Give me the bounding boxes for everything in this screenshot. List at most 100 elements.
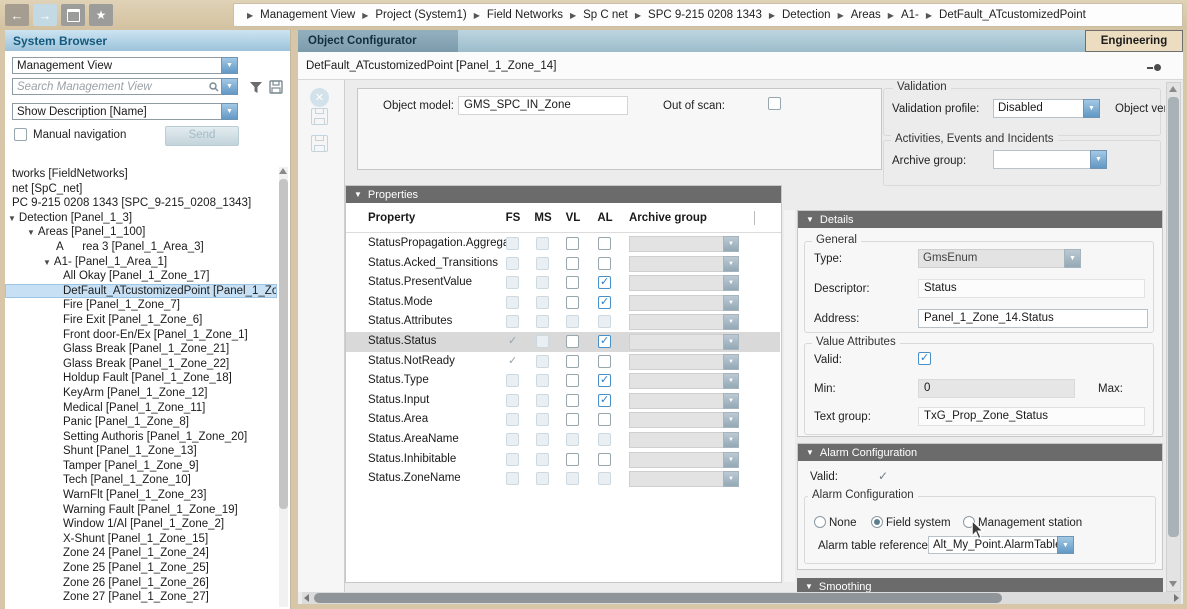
horizontal-scrollbar-thumb[interactable]: [314, 593, 1002, 603]
tree-item[interactable]: Zone 24 [Panel_1_Zone_24]: [5, 546, 277, 561]
tree-item[interactable]: Fire [Panel_1_Zone_7]: [5, 298, 277, 313]
chevron-down-icon[interactable]: ▼: [1083, 99, 1100, 118]
tree-item[interactable]: Glass Break [Panel_1_Zone_22]: [5, 357, 277, 372]
al-checkbox[interactable]: [598, 394, 611, 407]
search-icon[interactable]: [207, 78, 221, 95]
tree-item[interactable]: ▼Detection [Panel_1_3]: [5, 211, 277, 226]
breadcrumb-item[interactable]: Management View: [260, 9, 355, 21]
pin-icon[interactable]: [1147, 64, 1161, 71]
collapse-icon[interactable]: ▼: [805, 582, 813, 591]
property-row[interactable]: Status.Input▼: [346, 391, 780, 411]
tree-item[interactable]: Zone 26 [Panel_1_Zone_26]: [5, 576, 277, 591]
tree-item[interactable]: Glass Break [Panel_1_Zone_21]: [5, 342, 277, 357]
tab-engineering[interactable]: Engineering: [1085, 30, 1183, 52]
al-checkbox[interactable]: [598, 296, 611, 309]
type-dropdown[interactable]: GmsEnum ▼: [918, 249, 1081, 268]
tree-item[interactable]: Zone 25 [Panel_1_Zone_25]: [5, 561, 277, 576]
vl-checkbox[interactable]: [566, 413, 579, 426]
out-of-scan-checkbox[interactable]: [768, 97, 781, 110]
alarm-table-dropdown[interactable]: Alt_My_Point.AlarmTable ▼: [928, 536, 1074, 554]
property-row[interactable]: Status.Acked_Transitions▼: [346, 254, 780, 274]
tree-item[interactable]: Holdup Fault [Panel_1_Zone_18]: [5, 371, 277, 386]
send-button[interactable]: Send: [165, 126, 239, 146]
chevron-down-icon[interactable]: ▼: [221, 57, 238, 74]
al-checkbox[interactable]: [598, 257, 611, 270]
details-header[interactable]: ▼Details: [798, 211, 1162, 228]
collapse-icon[interactable]: ▼: [806, 215, 814, 224]
tree-item[interactable]: A rea 3 [Panel_1_Area_3]: [5, 240, 277, 255]
properties-header[interactable]: ▼Properties: [346, 186, 781, 203]
filter-icon[interactable]: [248, 79, 264, 95]
favorites-button[interactable]: ★: [89, 4, 113, 26]
alarm-option-radio[interactable]: [814, 516, 826, 528]
breadcrumb-item[interactable]: Sp C net: [583, 9, 628, 21]
tree-item[interactable]: Setting Authoris [Panel_1_Zone_20]: [5, 430, 277, 445]
collapse-icon[interactable]: ▼: [354, 190, 362, 199]
breadcrumb-item[interactable]: Detection: [782, 9, 831, 21]
tree-item[interactable]: Window 1/Al [Panel_1_Zone_2]: [5, 517, 277, 532]
property-row[interactable]: Status.Mode▼: [346, 293, 780, 313]
property-row[interactable]: Status.PresentValue▼: [346, 273, 780, 293]
tree-item[interactable]: X-Shunt [Panel_1_Zone_15]: [5, 532, 277, 547]
property-row[interactable]: Status.ZoneName▼: [346, 469, 780, 489]
al-checkbox[interactable]: [598, 355, 611, 368]
al-checkbox[interactable]: [598, 335, 611, 348]
vl-checkbox[interactable]: [566, 374, 579, 387]
alarm-configuration-header[interactable]: ▼Alarm Configuration: [798, 444, 1162, 461]
fs-checkbox[interactable]: [506, 335, 519, 348]
property-row[interactable]: Status.Status▼: [346, 332, 780, 352]
tree-item[interactable]: ▼A1- [Panel_1_Area_1]: [5, 255, 277, 270]
tree-item[interactable]: KeyArm [Panel_1_Zone_12]: [5, 386, 277, 401]
al-checkbox[interactable]: [598, 276, 611, 289]
object-model-value[interactable]: GMS_SPC_IN_Zone: [458, 96, 628, 115]
display-mode-dropdown[interactable]: Show Description [Name] ▼: [12, 103, 238, 120]
descriptor-value[interactable]: Status: [918, 279, 1145, 298]
forward-button[interactable]: →: [33, 4, 57, 26]
scroll-right-icon[interactable]: [1174, 594, 1179, 602]
manual-navigation-checkbox[interactable]: [14, 128, 27, 141]
al-checkbox[interactable]: [598, 374, 611, 387]
property-row[interactable]: Status.NotReady▼: [346, 352, 780, 372]
tree-item[interactable]: Tech [Panel_1_Zone_10]: [5, 473, 277, 488]
scroll-up-icon[interactable]: [279, 168, 287, 174]
fs-checkbox[interactable]: [506, 355, 519, 368]
cancel-icon[interactable]: ✕: [310, 88, 329, 107]
tree-item[interactable]: Warning Fault [Panel_1_Zone_19]: [5, 503, 277, 518]
tree-item[interactable]: DetFault_ATcustomizedPoint [Panel_1_Zone…: [5, 284, 277, 299]
tree-item[interactable]: PC 9-215 0208 1343 [SPC_9-215_0208_1343]: [5, 196, 277, 211]
property-row[interactable]: Status.Attributes▼: [346, 312, 780, 332]
scroll-down-icon[interactable]: [1169, 581, 1177, 587]
horizontal-scrollbar[interactable]: [302, 592, 1181, 604]
tree-item[interactable]: Front door-En/Ex [Panel_1_Zone_1]: [5, 328, 277, 343]
archive-group-dropdown[interactable]: ▼: [993, 150, 1107, 169]
property-row[interactable]: Status.AreaName▼: [346, 430, 780, 450]
scroll-left-icon[interactable]: [304, 594, 309, 602]
tree-item[interactable]: Zone 27 [Panel_1_Zone_27]: [5, 590, 277, 605]
tree-item[interactable]: Panic [Panel_1_Zone_8]: [5, 415, 277, 430]
scroll-up-icon[interactable]: [1169, 86, 1177, 92]
min-value[interactable]: 0: [918, 379, 1075, 398]
breadcrumb-item[interactable]: A1-: [901, 9, 919, 21]
property-row[interactable]: Status.Type▼: [346, 371, 780, 391]
tree-item[interactable]: Fire Exit [Panel_1_Zone_6]: [5, 313, 277, 328]
breadcrumb-item[interactable]: Areas: [851, 9, 881, 21]
vl-checkbox[interactable]: [566, 394, 579, 407]
vl-checkbox[interactable]: [566, 335, 579, 348]
al-checkbox[interactable]: [598, 237, 611, 250]
property-row[interactable]: Status.Area▼: [346, 410, 780, 430]
save-icon[interactable]: [311, 108, 328, 125]
vl-checkbox[interactable]: [566, 453, 579, 466]
tree-scrollbar[interactable]: [279, 167, 288, 607]
chevron-down-icon[interactable]: ▼: [1057, 536, 1074, 554]
tree-item[interactable]: Shunt [Panel_1_Zone_13]: [5, 444, 277, 459]
back-button[interactable]: ←: [5, 4, 29, 26]
tree-item[interactable]: Medical [Panel_1_Zone_11]: [5, 401, 277, 416]
tree-item[interactable]: tworks [FieldNetworks]: [5, 167, 277, 182]
vl-checkbox[interactable]: [566, 237, 579, 250]
chevron-down-icon[interactable]: ▼: [1090, 150, 1107, 169]
tree-item[interactable]: ▼Areas [Panel_1_100]: [5, 225, 277, 240]
breadcrumb-item[interactable]: Field Networks: [487, 9, 563, 21]
expander-icon[interactable]: ▼: [8, 214, 16, 223]
vl-checkbox[interactable]: [566, 276, 579, 289]
tree-item[interactable]: All Okay [Panel_1_Zone_17]: [5, 269, 277, 284]
